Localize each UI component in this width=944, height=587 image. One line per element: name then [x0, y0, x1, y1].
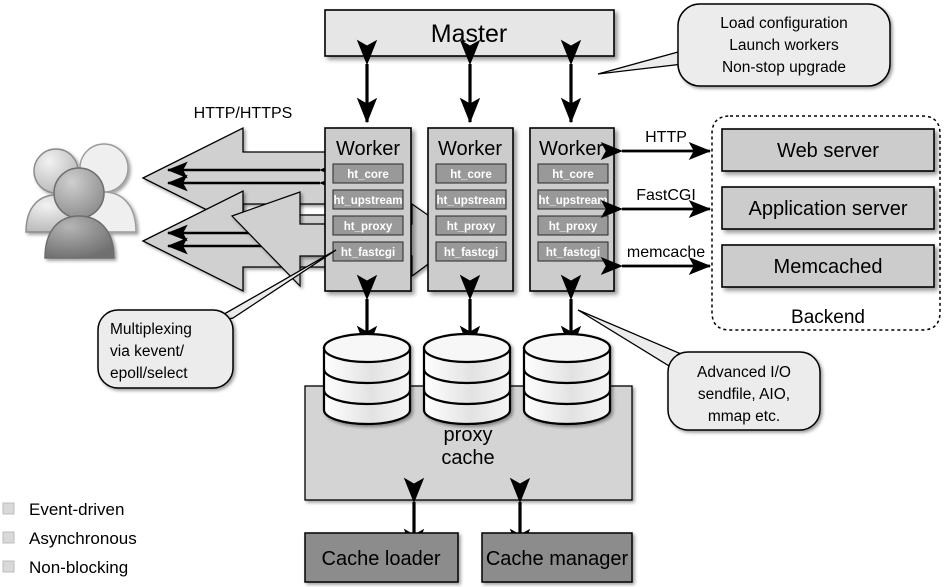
module-ht-core[interactable]: ht_core [450, 169, 492, 181]
master-callout-line-2: Launch workers [729, 37, 839, 54]
master-label: Master [431, 20, 507, 48]
legend-item-event-driven: Event-driven [29, 500, 124, 519]
cache-disk-3 [522, 332, 612, 426]
module-ht-proxy[interactable]: ht_proxy [549, 221, 598, 233]
advanced-io-callout-line-3: mmap etc. [708, 408, 780, 425]
module-ht-upstream[interactable]: ht_upstream [436, 195, 505, 207]
proxy-cache-label-2: cache [441, 447, 494, 469]
module-ht-proxy[interactable]: ht_proxy [447, 221, 496, 233]
legend-bullet-icon [2, 502, 15, 515]
module-ht-core[interactable]: ht_core [347, 169, 389, 181]
module-ht-upstream[interactable]: ht_upstream [333, 195, 402, 207]
cache-manager-node[interactable]: Cache manager [481, 532, 633, 583]
advanced-io-callout-line-2: sendfile, AIO, [698, 386, 790, 403]
worker-label: Worker [336, 138, 400, 160]
worker-label: Worker [438, 138, 502, 160]
users-group-icon [25, 143, 137, 259]
cache-disk-2 [422, 332, 512, 426]
legend-bullet-icon [2, 560, 15, 573]
backend-memcached-label: Memcached [774, 256, 883, 278]
legend: Event-driven Asynchronous Non-blocking [2, 500, 137, 577]
module-ht-fastcgi[interactable]: ht_fastcgi [341, 247, 395, 259]
worker-2[interactable]: Worker ht_core ht_upstream ht_proxy ht_f… [427, 127, 514, 292]
worker-1[interactable]: Worker ht_core ht_upstream ht_proxy ht_f… [324, 127, 412, 292]
backend-title: Backend [791, 307, 865, 328]
module-ht-fastcgi[interactable]: ht_fastcgi [444, 247, 498, 259]
master-worker-links [356, 39, 582, 124]
module-ht-proxy[interactable]: ht_proxy [344, 221, 393, 233]
legend-item-asynchronous: Asynchronous [29, 529, 137, 548]
backend-app-server-label: Application server [749, 198, 908, 220]
advanced-io-callout-line-1: Advanced I/O [697, 364, 791, 381]
legend-item-non-blocking: Non-blocking [29, 558, 128, 577]
diagram-canvas: Master HTTP/HTTPS Worker ht_core ht_upst… [0, 0, 944, 587]
master-callout: Load configuration Launch workers Non-st… [597, 3, 891, 87]
master-callout-line-3: Non-stop upgrade [722, 59, 846, 76]
worker-label: Worker [539, 138, 603, 160]
cache-manager-label: Cache manager [486, 548, 629, 570]
worker-3[interactable]: Worker ht_core ht_upstream ht_proxy ht_f… [529, 127, 615, 292]
multiplexing-callout-line-2: via kevent/ [110, 343, 185, 360]
proxy-cache-label-1: proxy [444, 424, 493, 446]
master-callout-line-1: Load configuration [720, 15, 848, 32]
legend-bullet-icon [2, 531, 15, 544]
protocol-label-http: HTTP [645, 129, 687, 146]
multiplexing-callout-line-3: epoll/select [110, 365, 188, 382]
module-ht-core[interactable]: ht_core [552, 169, 594, 181]
protocol-label-memcache: memcache [627, 244, 705, 261]
cache-disk-1 [322, 332, 412, 426]
module-ht-upstream[interactable]: ht_upstream [538, 195, 607, 207]
backend-group: Web server Application server Memcached … [711, 115, 941, 331]
client-traffic-label: HTTP/HTTPS [194, 105, 293, 122]
cache-loader-label: Cache loader [322, 548, 441, 570]
protocol-label-fastcgi: FastCGI [636, 187, 696, 204]
backend-web-server-label: Web server [777, 140, 879, 162]
master-node[interactable]: Master [324, 9, 615, 57]
cache-loader-node[interactable]: Cache loader [304, 532, 459, 583]
multiplexing-callout-line-1: Multiplexing [110, 321, 192, 338]
module-ht-fastcgi[interactable]: ht_fastcgi [546, 247, 600, 259]
